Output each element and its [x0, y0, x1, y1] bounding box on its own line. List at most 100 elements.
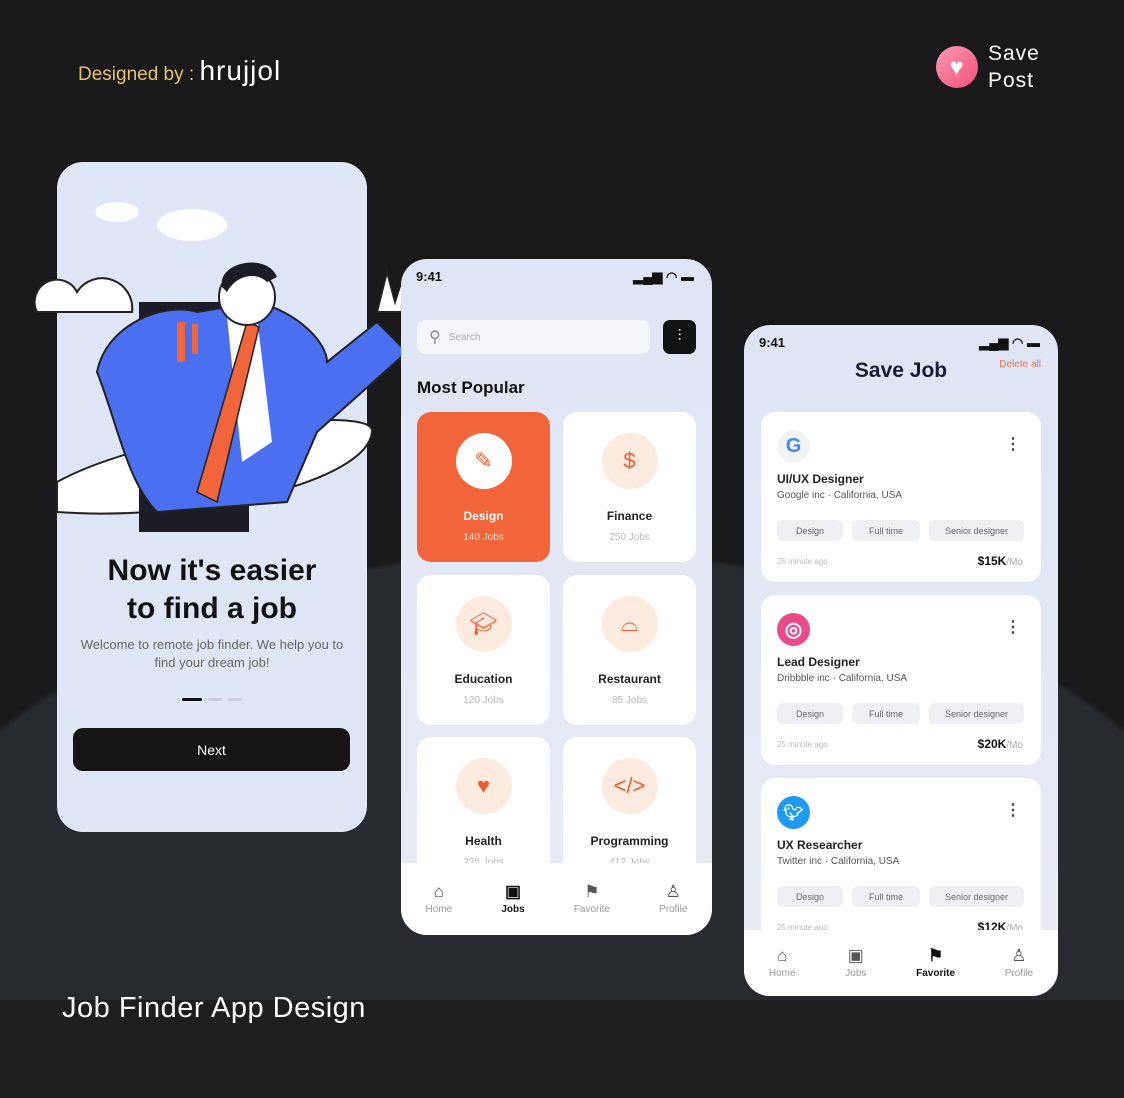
search-input[interactable]: ⚲ Search: [417, 320, 650, 354]
category-name: Finance: [606, 509, 653, 523]
category-count: 120 Jobs: [463, 695, 504, 706]
clock: 9:41: [416, 269, 443, 284]
tag: Senior designer: [929, 520, 1024, 541]
next-button[interactable]: Next: [73, 728, 350, 771]
health-icon: ♥: [455, 758, 512, 814]
posted-time: 25 minute ago: [777, 557, 828, 566]
category-count: 140 Jobs: [463, 532, 504, 543]
page-dot: [228, 698, 242, 701]
footer-title: Job Finder App Design: [62, 992, 366, 1024]
posted-time: 25 minute ago: [777, 740, 828, 749]
tag: Full time: [852, 520, 920, 541]
job-title: UX Researcher: [777, 838, 863, 852]
designer-credit: Designed by : hrujjol: [78, 55, 282, 86]
tab-label: Home: [768, 968, 796, 979]
more-options-icon[interactable]: ⋮: [1005, 617, 1021, 637]
category-name: Health: [465, 834, 502, 848]
briefcase-icon: ▣: [847, 946, 864, 965]
job-title: UI/UX Designer: [777, 472, 864, 486]
search-placeholder: Search: [448, 331, 481, 343]
page-dot-active: [182, 698, 202, 701]
tab-label: Profile: [1004, 968, 1034, 979]
job-title: Lead Designer: [777, 655, 860, 669]
dribbble-logo: ◎: [777, 613, 810, 646]
tab-label: Jobs: [501, 904, 525, 915]
page-dot: [208, 698, 222, 701]
delete-all-link[interactable]: Delete all: [999, 359, 1041, 370]
tab-label: Home: [425, 904, 453, 915]
tag: Design: [777, 520, 843, 541]
google-logo: G: [777, 430, 810, 463]
home-icon: ⌂: [433, 882, 445, 901]
tab-home[interactable]: ⌂ Home: [768, 946, 796, 980]
category-name: Design: [463, 509, 504, 523]
category-count: 85 Jobs: [611, 695, 648, 706]
job-company: Google inc · California, USA: [777, 490, 903, 501]
design-icon: ✎: [455, 433, 512, 489]
twitter-logo: 🐦︎: [777, 796, 810, 829]
home-icon: ⌂: [777, 946, 788, 965]
tab-home[interactable]: ⌂ Home: [425, 882, 453, 916]
tab-label: Jobs: [845, 968, 867, 979]
job-tags: Design Full time Senior designer: [777, 520, 1024, 541]
tab-jobs[interactable]: ▣ Jobs: [501, 882, 525, 916]
programming-icon: </>: [601, 758, 658, 814]
category-name: Education: [454, 672, 513, 686]
bookmark-icon: ⚑: [584, 882, 600, 901]
category-card-finance[interactable]: $ Finance 250 Jobs: [563, 412, 696, 562]
tag: Full time: [852, 703, 920, 724]
more-options-icon[interactable]: ⋮: [1005, 800, 1021, 820]
sliders-icon: ⫶: [677, 328, 682, 345]
category-card-restaurant[interactable]: ⌓ Restaurant 85 Jobs: [563, 575, 696, 725]
bottom-tab-bar: ⌂ Home ▣ Jobs ⚑ Favorite ♙ Profile: [744, 930, 1058, 996]
education-icon: 🎓︎: [455, 596, 512, 652]
businessman-illustration: [33, 202, 409, 532]
category-card-education[interactable]: 🎓︎ Education 120 Jobs: [417, 575, 550, 725]
onboarding-headline: Now it's easier to find a job: [107, 554, 317, 625]
tab-profile[interactable]: ♙ Profile: [1004, 946, 1034, 980]
save-label: Save: [988, 42, 1040, 65]
jobs-screen: 9:41 ▂▄▆ ◠ ▬ ⚲ Search ⫶ Most Popular ✎ Desi…: [401, 259, 712, 935]
bottom-tab-bar: ⌂ Home ▣ Jobs ⚑ Favorite ♙ Profile: [401, 863, 712, 935]
onboarding-subtitle: Welcome to remote job finder. We help yo…: [80, 637, 344, 670]
category-count: 250 Jobs: [609, 532, 650, 543]
tab-label: Favorite: [573, 904, 610, 915]
job-company: Twitter inc · California, USA: [777, 856, 900, 867]
salary: $15K/Mo: [977, 554, 1023, 568]
job-card[interactable]: 🐦︎ ⋮ UX Researcher Twitter inc · Califor…: [761, 778, 1041, 948]
tab-label: Favorite: [916, 968, 956, 979]
save-job-screen: 9:41 ▂▄▆ ◠ ▬ Save Job Delete all G ⋮ UI/U…: [744, 325, 1058, 996]
status-bar: 9:41 ▂▄▆ ◠ ▬: [416, 269, 694, 285]
onboarding-screen: Now it's easier to find a job Welcome to …: [33, 162, 409, 832]
tag: Design: [777, 886, 843, 907]
more-options-icon[interactable]: ⋮: [1005, 434, 1021, 454]
profile-icon: ♙: [1011, 946, 1027, 965]
job-tags: Design Full time Senior designer: [777, 703, 1024, 724]
tab-label: Profile: [659, 904, 688, 915]
tag: Design: [777, 703, 843, 724]
job-card[interactable]: ◎ ⋮ Lead Designer Dribbble inc · Califor…: [761, 595, 1041, 765]
filter-button[interactable]: ⫶: [663, 320, 696, 354]
search-icon: ⚲: [429, 329, 441, 346]
category-name: Programming: [590, 834, 669, 848]
tab-jobs[interactable]: ▣ Jobs: [845, 946, 867, 980]
tab-profile[interactable]: ♙ Profile: [659, 883, 688, 916]
tab-favorite[interactable]: ⚑ Favorite: [573, 882, 610, 916]
status-bar: 9:41 ▂▄▆ ◠ ▬: [759, 335, 1040, 351]
tag: Senior designer: [929, 703, 1024, 724]
restaurant-icon: ⌓: [601, 596, 658, 652]
category-name: Restaurant: [598, 672, 661, 686]
briefcase-icon: ▣: [504, 882, 522, 901]
signal-wifi-battery-icon: ▂▄▆ ◠ ▬: [979, 335, 1040, 350]
save-post-button[interactable]: ♥ Save Post: [936, 40, 1040, 94]
tab-favorite[interactable]: ⚑ Favorite: [916, 946, 956, 980]
bookmark-icon: ⚑: [927, 946, 944, 965]
job-card[interactable]: G ⋮ UI/UX Designer Google inc · Californ…: [761, 412, 1041, 582]
clock: 9:41: [759, 335, 786, 350]
page-indicator: [182, 698, 242, 701]
heart-icon: ♥: [936, 46, 978, 88]
job-tags: Design Full time Senior designer: [777, 886, 1024, 907]
category-card-design[interactable]: ✎ Design 140 Jobs: [417, 412, 550, 562]
post-label: Post: [988, 69, 1035, 92]
finance-icon: $: [601, 433, 658, 489]
